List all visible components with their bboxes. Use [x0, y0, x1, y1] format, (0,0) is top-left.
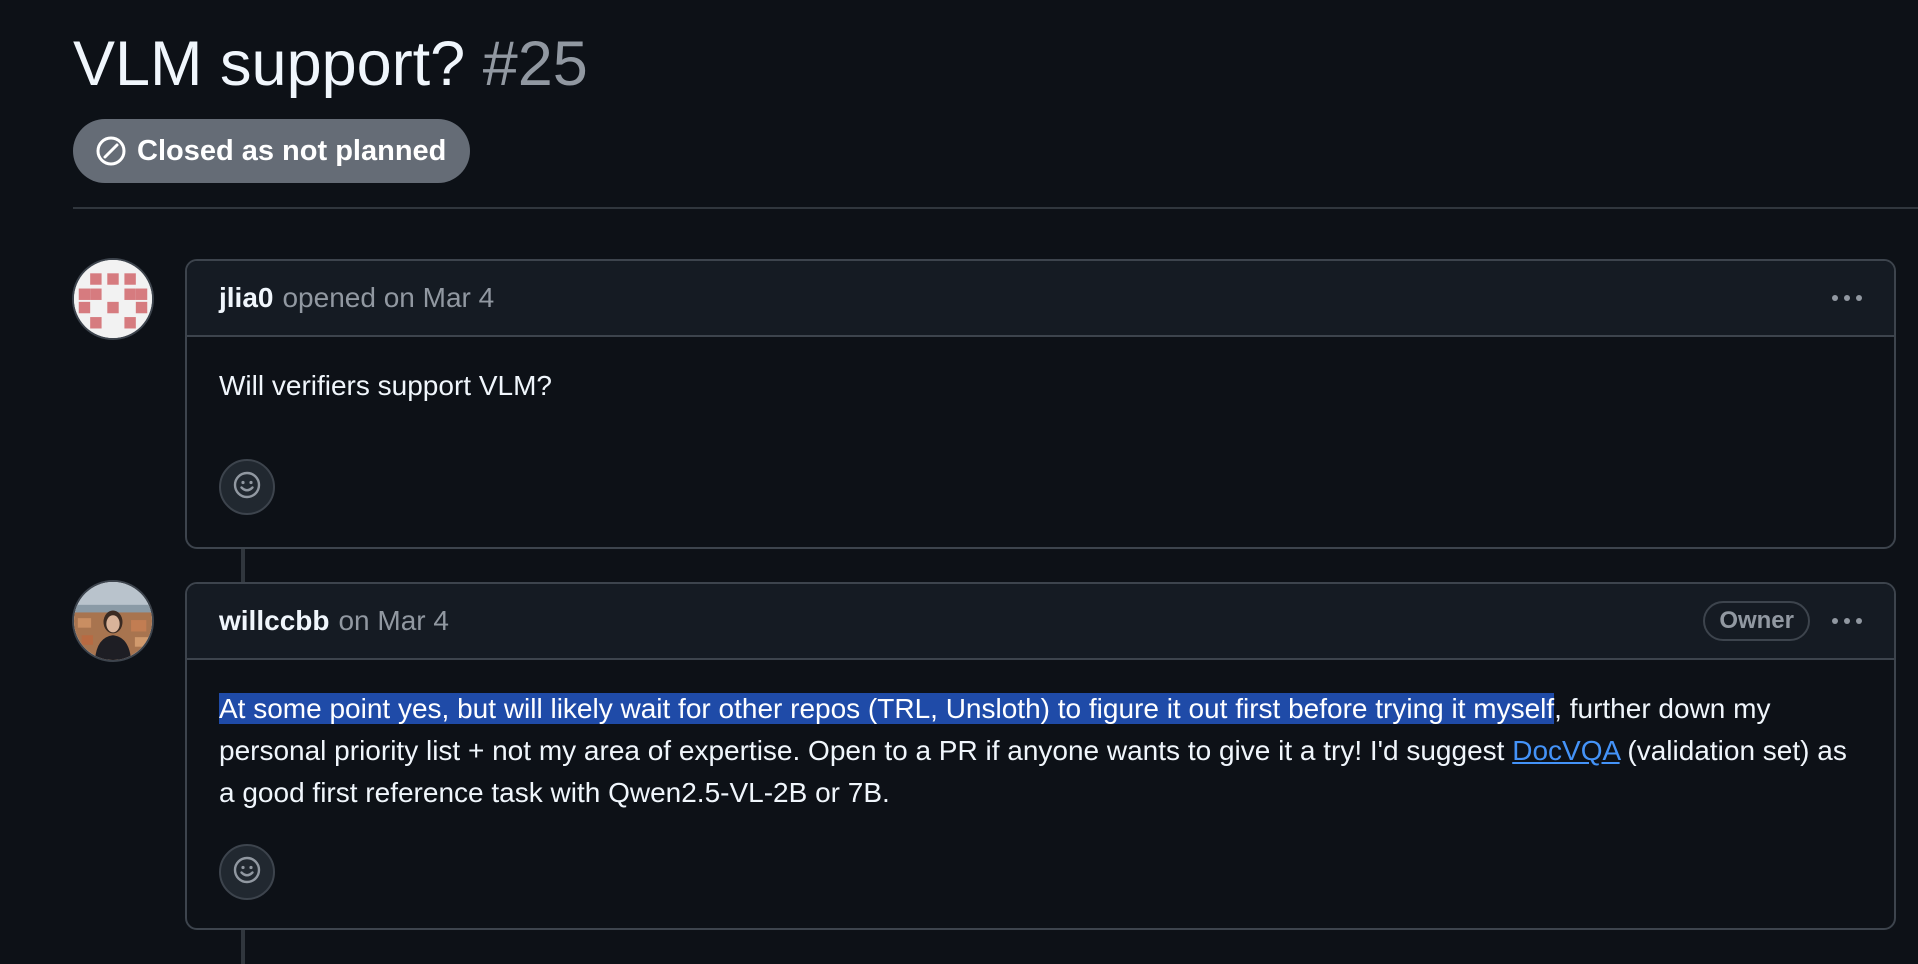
add-reaction-button[interactable]	[219, 459, 275, 515]
comment-header-actions	[1830, 289, 1864, 307]
comment-header: willccbb on Mar 4 Owner	[187, 584, 1894, 660]
comment-author[interactable]: willccbb	[219, 605, 329, 637]
header-divider	[73, 207, 1918, 209]
issue-title-text: VLM support?	[73, 29, 466, 99]
issue-title: VLM support? #25	[73, 24, 588, 104]
issue-page: VLM support? #25 Closed as not planned j…	[0, 0, 1918, 964]
comment-header: jlia0 opened on Mar 4	[187, 261, 1894, 337]
comment-text: Will verifiers support VLM?	[219, 370, 552, 401]
comment-header-actions: Owner	[1703, 601, 1864, 641]
photo-avatar	[74, 582, 152, 660]
issue-state-label: Closed as not planned	[137, 134, 447, 167]
comment-timestamp[interactable]: opened on Mar 4	[282, 282, 494, 314]
author-avatar-jlia0[interactable]	[72, 258, 154, 340]
smiley-icon	[232, 470, 262, 505]
comment-body: Will verifiers support VLM?	[187, 337, 1894, 407]
comment-card-1: jlia0 opened on Mar 4 Will verifiers sup…	[185, 259, 1896, 549]
skip-circle-icon	[95, 135, 127, 167]
comment-author[interactable]: jlia0	[219, 282, 273, 314]
more-options-icon[interactable]	[1830, 612, 1864, 630]
owner-badge: Owner	[1703, 601, 1810, 641]
docvqa-link[interactable]: DocVQA	[1512, 735, 1619, 766]
identicon-avatar	[74, 260, 152, 338]
timeline-connector	[241, 930, 245, 964]
selected-text: At some point yes, but will likely wait …	[219, 693, 1555, 724]
more-options-icon[interactable]	[1830, 289, 1864, 307]
comment-body: At some point yes, but will likely wait …	[187, 660, 1894, 814]
issue-number: #25	[482, 29, 588, 99]
comment-timestamp[interactable]: on Mar 4	[338, 605, 449, 637]
smiley-icon	[232, 855, 262, 890]
comment-card-2: willccbb on Mar 4 Owner At some point ye…	[185, 582, 1896, 930]
issue-state-badge: Closed as not planned	[73, 119, 471, 183]
add-reaction-button[interactable]	[219, 844, 275, 900]
timeline-connector	[241, 549, 245, 583]
comment-text: At some point yes, but will likely wait …	[219, 688, 1862, 814]
author-avatar-willccbb[interactable]	[72, 580, 154, 662]
